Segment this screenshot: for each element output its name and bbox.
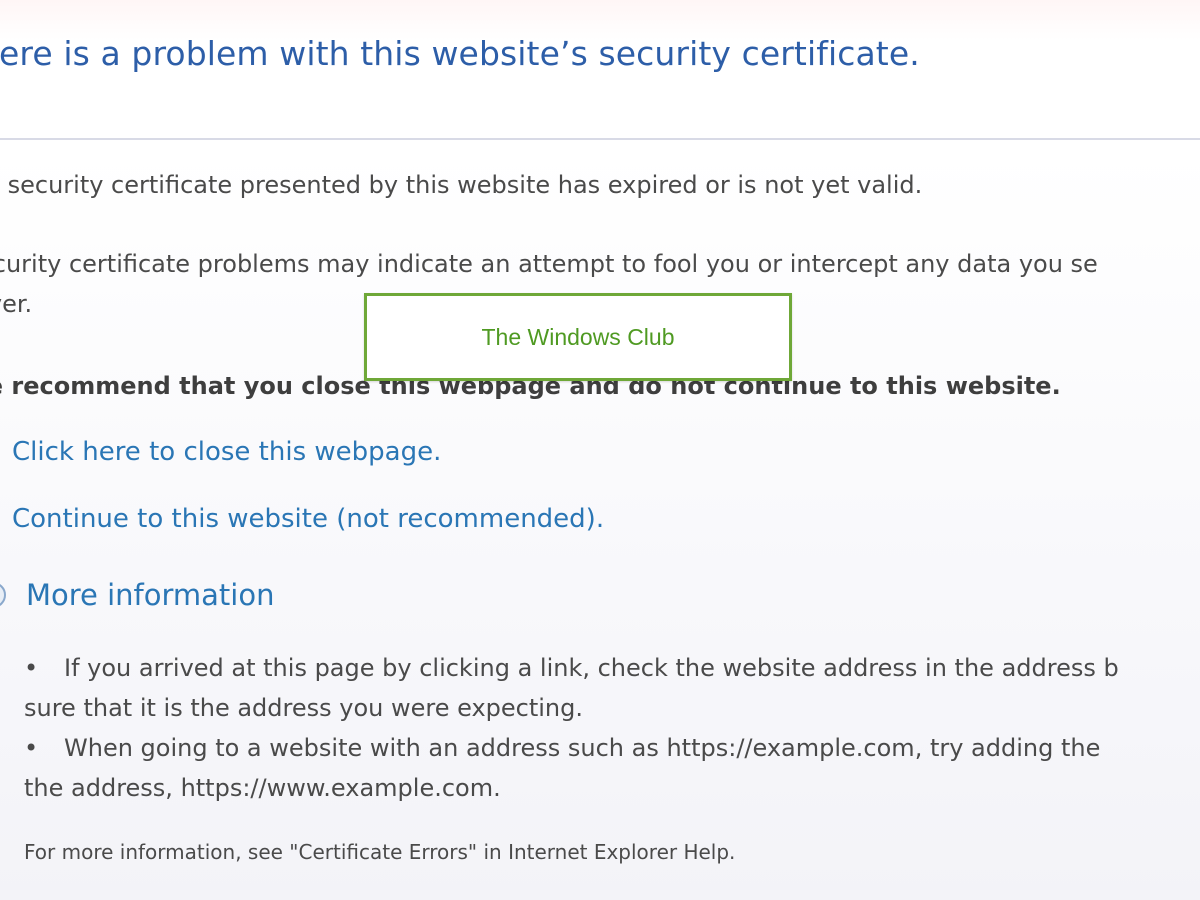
info-bullet-1: • If you arrived at this page by clicking… bbox=[24, 648, 1119, 688]
continue-to-website-link[interactable]: Continue to this website (not recommende… bbox=[0, 499, 604, 539]
more-information-label[interactable]: More information bbox=[26, 578, 274, 612]
certificate-error-page: here is a problem with this website’s se… bbox=[0, 0, 1200, 900]
more-information-toggle[interactable]: ▼ More information bbox=[0, 575, 274, 615]
bullet-marker: • bbox=[24, 734, 39, 762]
bullet-marker: • bbox=[24, 654, 39, 682]
page-title: here is a problem with this website’s se… bbox=[0, 34, 920, 73]
error-description: he security certificate presented by thi… bbox=[0, 171, 923, 199]
close-webpage-link-label[interactable]: Click here to close this webpage. bbox=[12, 437, 441, 467]
watermark-box: The Windows Club bbox=[364, 293, 792, 381]
info-bullet-2: • When going to a website with an address… bbox=[24, 728, 1100, 768]
warning-text-line-1: ecurity certificate problems may indicat… bbox=[0, 250, 1098, 278]
warning-text-line-2: rver. bbox=[0, 290, 33, 318]
info-bullet-1-text: If you arrived at this page by clicking … bbox=[64, 654, 1119, 682]
info-bullet-1-continued: sure that it is the address you were exp… bbox=[24, 694, 584, 722]
divider bbox=[0, 138, 1200, 140]
close-webpage-link[interactable]: Click here to close this webpage. bbox=[0, 432, 441, 472]
help-footnote: For more information, see "Certificate E… bbox=[24, 840, 736, 864]
expand-circle-icon[interactable]: ▼ bbox=[0, 582, 6, 608]
continue-link-label[interactable]: Continue to this website (not recommende… bbox=[12, 504, 604, 534]
watermark-text: The Windows Club bbox=[481, 323, 675, 350]
info-bullet-2-continued: the address, https://www.example.com. bbox=[24, 774, 501, 802]
info-bullet-2-text: When going to a website with an address … bbox=[64, 734, 1101, 762]
